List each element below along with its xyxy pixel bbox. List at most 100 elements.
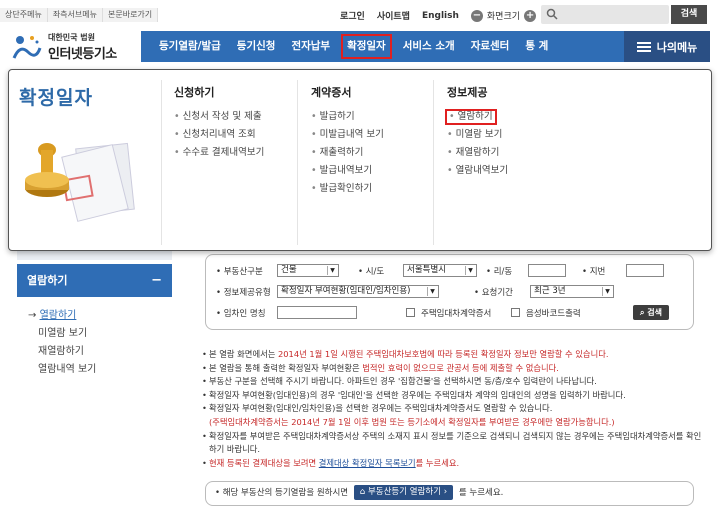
panel-title: 확정일자 (19, 87, 93, 109)
city-select[interactable]: 서울특별시 ▼ (403, 264, 477, 277)
period-label: 요청기간 (474, 286, 513, 298)
sidebar-item-view[interactable]: → 열람하기 (28, 310, 96, 322)
sidebar-menu: → 열람하기 미열람 보기 재열람하기 열람내역 보기 (28, 310, 96, 382)
chevron-down-icon: ▼ (427, 287, 437, 296)
nav-item-fixed-date[interactable]: 확정일자 (338, 31, 395, 62)
registry-view-suffix: 를 누르세요. (458, 488, 504, 498)
period-select[interactable]: 최근 3년 ▼ (530, 285, 614, 298)
court-emblem-icon (12, 36, 42, 59)
menu-item[interactable]: 열람내역보기 (447, 165, 572, 177)
chevron-down-icon: ▼ (465, 266, 475, 275)
notice-item: 확정일자 부여현황(임대인용)의 경우 '임대인'을 선택한 경우에는 주택임대… (202, 389, 702, 403)
house-icon: ⌂ (359, 487, 366, 497)
notice-item: 확정일자 부여현황(임대인/임차인용)을 선택한 경우에는 주택임대차계약증서도… (202, 402, 702, 416)
my-menu-button[interactable]: 나의메뉴 (624, 31, 710, 62)
search-form: 부동산구분 건물 ▼ 시/도 서울특별시 ▼ 리/동 지번 정보제공유형 확정일자 … (205, 254, 694, 330)
menu-item-view-highlighted[interactable]: 열람하기 (445, 109, 497, 125)
nav-item-payment[interactable]: 전자납부 (283, 31, 338, 62)
menu-column-contract: 계약증서 발급하기 미발급내역 보기 재출력하기 발급내역보기 발급확인하기 (311, 84, 436, 201)
menu-column-apply: 신청하기 신청서 작성 및 제출 신청처리내역 조회 수수료 결제내역보기 (174, 84, 299, 165)
column-heading: 계약증서 (311, 86, 352, 99)
form-search-button[interactable]: ⌕ 검색 (633, 305, 670, 320)
zoom-in-button[interactable]: + (524, 9, 537, 22)
sidebar-item-label: 열람하기 (39, 310, 77, 321)
period-value: 최근 3년 (534, 286, 566, 296)
payment-list-link[interactable]: 결제대상 확정일자 목록보기 (319, 458, 416, 468)
sidebar-item-unviewed[interactable]: 미열람 보기 (28, 328, 96, 340)
arrow-right-icon: › (443, 487, 448, 497)
registry-view-text: 해당 부동산의 등기열람을 원하시면 (222, 488, 349, 498)
sidebar-item-history[interactable]: 열람내역 보기 (28, 364, 96, 376)
sitemap-link[interactable]: 사이트맵 (377, 9, 410, 22)
contract-checkbox-label: 주택임대차계약증서 (421, 309, 492, 319)
property-type-label: 부동산구분 (216, 265, 263, 277)
barcode-checkbox-label: 음성바코드출력 (526, 309, 581, 319)
info-type-value: 확정일자 부여현황(임대인/임차인용) (281, 286, 411, 296)
zoom-out-button[interactable]: − (470, 9, 483, 22)
search-icon: ⌕ (640, 308, 645, 317)
property-type-select[interactable]: 건물 ▼ (277, 264, 339, 277)
sidebar-section-header[interactable]: 열람하기 − (17, 264, 172, 297)
notice-list: 본 열람 화면에서는 2014년 1월 1일 시행된 주택임대차보호법에 따라 … (202, 348, 702, 470)
menu-item[interactable]: 신청처리내역 조회 (174, 129, 299, 141)
collapse-icon: − (151, 273, 162, 288)
menu-item[interactable]: 미열람 보기 (447, 129, 572, 141)
skip-link-main-menu[interactable]: 상단주메뉴 (0, 8, 48, 22)
stamp-illustration-icon (25, 142, 135, 222)
menu-item[interactable]: 수수료 결제내역보기 (174, 147, 299, 159)
divider (161, 80, 162, 245)
skip-links: 상단주메뉴 좌측서브메뉴 본문바로가기 (0, 8, 159, 22)
logo-subtitle: 대한민국 법원 (48, 33, 95, 42)
city-label: 시/도 (358, 265, 385, 277)
search-icon (546, 8, 558, 20)
menu-item[interactable]: 신청서 작성 및 제출 (174, 111, 299, 123)
logo-title: 인터넷등기소 (48, 47, 117, 62)
my-menu-label: 나의메뉴 (656, 40, 698, 54)
search-input[interactable] (541, 5, 669, 24)
city-value: 서울특별시 (407, 265, 447, 275)
menu-item[interactable]: 재출력하기 (311, 147, 436, 159)
nav-item-registry-view[interactable]: 등기열람/발급 (151, 31, 229, 62)
chevron-down-icon: ▼ (602, 287, 612, 296)
menu-column-info: 정보제공 열람하기 미열람 보기 재열람하기 열람내역보기 (445, 84, 572, 183)
menu-item[interactable]: 발급하기 (311, 111, 436, 123)
main-nav: 등기열람/발급 등기신청 전자납부 확정일자 서비스 소개 자료센터 통 계 나… (141, 31, 710, 62)
menu-item[interactable]: 재열람하기 (447, 147, 572, 159)
english-link[interactable]: English (422, 11, 459, 21)
contract-checkbox[interactable] (406, 308, 415, 317)
info-type-label: 정보제공유형 (216, 286, 271, 298)
dong-input[interactable] (528, 264, 566, 277)
column-heading: 정보제공 (447, 86, 488, 99)
hamburger-icon (636, 41, 651, 52)
tenant-label: 임차인 명칭 (216, 307, 266, 319)
tenant-input[interactable] (277, 306, 357, 319)
mega-menu-panel: 확정일자 신청하기 신청서 작성 및 제출 신청처리내역 조회 수수료 결제내역… (8, 69, 712, 251)
barcode-checkbox[interactable] (511, 308, 520, 317)
menu-item[interactable]: 발급내역보기 (311, 165, 436, 177)
notice-item: 본 열람 화면에서는 2014년 1월 1일 시행된 주택임대차보호법에 따라 … (202, 348, 702, 362)
nav-item-resources[interactable]: 자료센터 (463, 31, 518, 62)
skip-link-sub-menu[interactable]: 좌측서브메뉴 (48, 8, 103, 22)
nav-item-statistics[interactable]: 통 계 (517, 31, 556, 62)
skip-link-content[interactable]: 본문바로가기 (103, 8, 159, 22)
nav-item-service[interactable]: 서비스 소개 (395, 31, 463, 62)
chevron-down-icon: ▼ (327, 266, 337, 275)
lot-label: 지번 (582, 265, 606, 277)
info-type-select[interactable]: 확정일자 부여현황(임대인/임차인용) ▼ (277, 285, 439, 298)
nav-item-registry-apply[interactable]: 등기신청 (229, 31, 284, 62)
lot-input[interactable] (626, 264, 664, 277)
registry-view-box: • 해당 부동산의 등기열람을 원하시면 ⌂ 부동산등기 열람하기 › 를 누르… (205, 481, 694, 506)
notice-item: 현재 등록된 결제대상을 보려면 결제대상 확정일자 목록보기를 누르세요. (202, 457, 702, 471)
property-type-value: 건물 (281, 265, 297, 275)
notice-item: 본 열람을 통해 출력한 확정일자 부여현황은 법적인 효력이 없으므로 관공서… (202, 362, 702, 376)
registry-view-button[interactable]: ⌂ 부동산등기 열람하기 › (353, 485, 454, 500)
search-button[interactable]: 검색 (671, 5, 707, 24)
sidebar-item-review[interactable]: 재열람하기 (28, 346, 96, 358)
notice-item: 확정일자를 부여받은 주택임대차계약증서상 주택의 소재지 표시 정보를 기준으… (202, 430, 702, 457)
menu-item[interactable]: 미발급내역 보기 (311, 129, 436, 141)
login-link[interactable]: 로그인 (340, 9, 365, 22)
menu-item[interactable]: 발급확인하기 (311, 183, 436, 195)
dong-label: 리/동 (486, 265, 513, 277)
site-logo[interactable]: 대한민국 법원 인터넷등기소 (10, 30, 135, 62)
form-search-label: 검색 (647, 308, 663, 317)
